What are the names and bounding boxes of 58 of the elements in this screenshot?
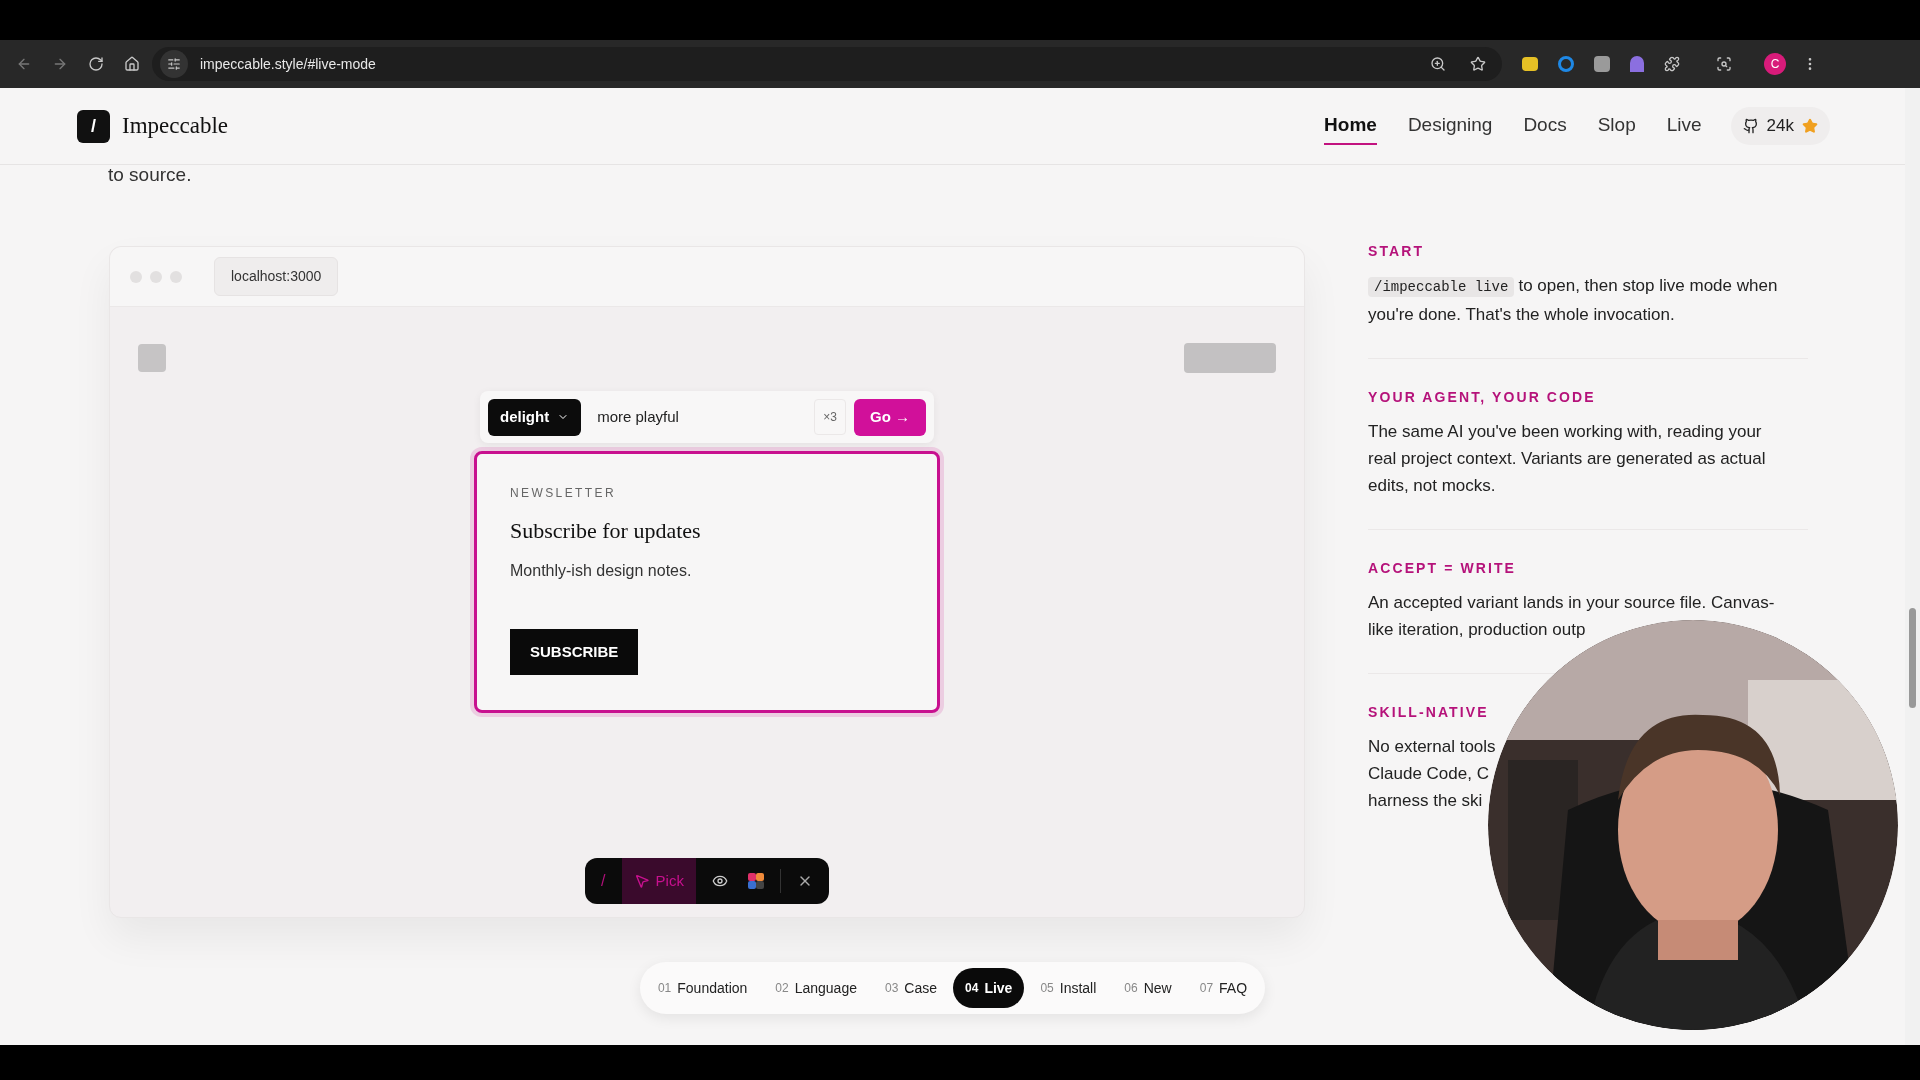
eye-icon[interactable] bbox=[711, 873, 728, 889]
section-tab[interactable]: 03 Case bbox=[873, 968, 950, 1008]
card-eyebrow: NEWSLETTER bbox=[510, 485, 617, 502]
subscribe-button[interactable]: SUBSCRIBE bbox=[510, 629, 639, 675]
brand-name[interactable]: Impeccable bbox=[122, 108, 228, 144]
prompt-input[interactable]: more playful bbox=[589, 405, 807, 429]
section-tab[interactable]: 07 FAQ bbox=[1187, 968, 1260, 1008]
address-pill: localhost:3000 bbox=[214, 257, 339, 296]
nav-link[interactable]: Docs bbox=[1523, 106, 1567, 146]
bookmark-star-icon[interactable] bbox=[1470, 56, 1486, 72]
palette-icon[interactable] bbox=[747, 873, 764, 889]
nav-link[interactable]: Home bbox=[1324, 106, 1377, 146]
home-icon[interactable] bbox=[124, 56, 140, 72]
section-tab[interactable]: 05 Install bbox=[1028, 968, 1109, 1008]
nav-link[interactable]: Designing bbox=[1407, 106, 1493, 146]
forward-icon[interactable] bbox=[52, 56, 68, 72]
reload-icon[interactable] bbox=[88, 56, 104, 72]
nav-link[interactable]: Slop bbox=[1597, 106, 1636, 146]
feature-text: An accepted variant lands in your source file. Canvas- like iteration, production outp bbox=[1368, 592, 1776, 641]
section-tab[interactable]: 02 Language bbox=[763, 968, 869, 1008]
extensions-icon[interactable] bbox=[1664, 56, 1680, 72]
feature-text: /impeccable live to open, then stop live mode when you're done. That's the whole invocation. bbox=[1368, 275, 1779, 326]
github-icon bbox=[1742, 118, 1759, 134]
feature-heading: ACCEPT = WRITE bbox=[1368, 559, 1518, 578]
go-button[interactable]: Go → bbox=[854, 398, 926, 436]
zoom-icon[interactable] bbox=[1430, 56, 1446, 72]
card-body: Monthly-ish design notes. bbox=[510, 561, 693, 581]
logo-mark[interactable]: / bbox=[77, 109, 110, 143]
nav-link[interactable]: Live bbox=[1666, 106, 1702, 146]
feature-text: No external tools Claude Code, C harness the ski bbox=[1368, 736, 1497, 812]
site-settings-icon[interactable] bbox=[167, 57, 181, 71]
address-bar[interactable]: impeccable.style/#live-mode bbox=[152, 47, 1502, 81]
feature-heading: YOUR AGENT, YOUR CODE bbox=[1368, 388, 1597, 407]
extension-icon[interactable] bbox=[1558, 56, 1574, 72]
slash-mark: / bbox=[600, 871, 607, 891]
pointer-icon bbox=[633, 873, 650, 889]
placeholder-block bbox=[138, 344, 166, 372]
github-stars-button[interactable]: 24k bbox=[1730, 107, 1830, 145]
profile-avatar[interactable]: C bbox=[1764, 53, 1786, 75]
url-text: impeccable.style/#live-mode bbox=[200, 54, 377, 74]
star-icon bbox=[1802, 118, 1818, 134]
command-chip: /impeccable live bbox=[1368, 277, 1515, 297]
feature-heading: START bbox=[1368, 242, 1426, 261]
scrollbar[interactable] bbox=[1905, 88, 1920, 1045]
section-tab[interactable]: 04 Live bbox=[953, 968, 1025, 1008]
feature-text: The same AI you've been working with, reading your real project context. Variants are generated as actual edits, not mocks. bbox=[1368, 421, 1767, 497]
feature-heading: SKILL-NATIVE bbox=[1368, 703, 1490, 722]
card-title: Subscribe for updates bbox=[510, 517, 702, 545]
mode-dropdown[interactable]: delight bbox=[488, 398, 582, 436]
extension-icon[interactable] bbox=[1522, 57, 1538, 71]
intro-text: to source. bbox=[108, 163, 193, 187]
tab-search-icon[interactable] bbox=[1716, 56, 1732, 72]
variant-count[interactable]: ×3 bbox=[814, 399, 846, 435]
back-icon[interactable] bbox=[16, 56, 32, 72]
extension-icon[interactable] bbox=[1594, 56, 1610, 72]
section-tab[interactable]: 01 Foundation bbox=[645, 968, 760, 1008]
section-tab[interactable]: 06 New bbox=[1112, 968, 1184, 1008]
extension-icon[interactable] bbox=[1630, 56, 1644, 72]
